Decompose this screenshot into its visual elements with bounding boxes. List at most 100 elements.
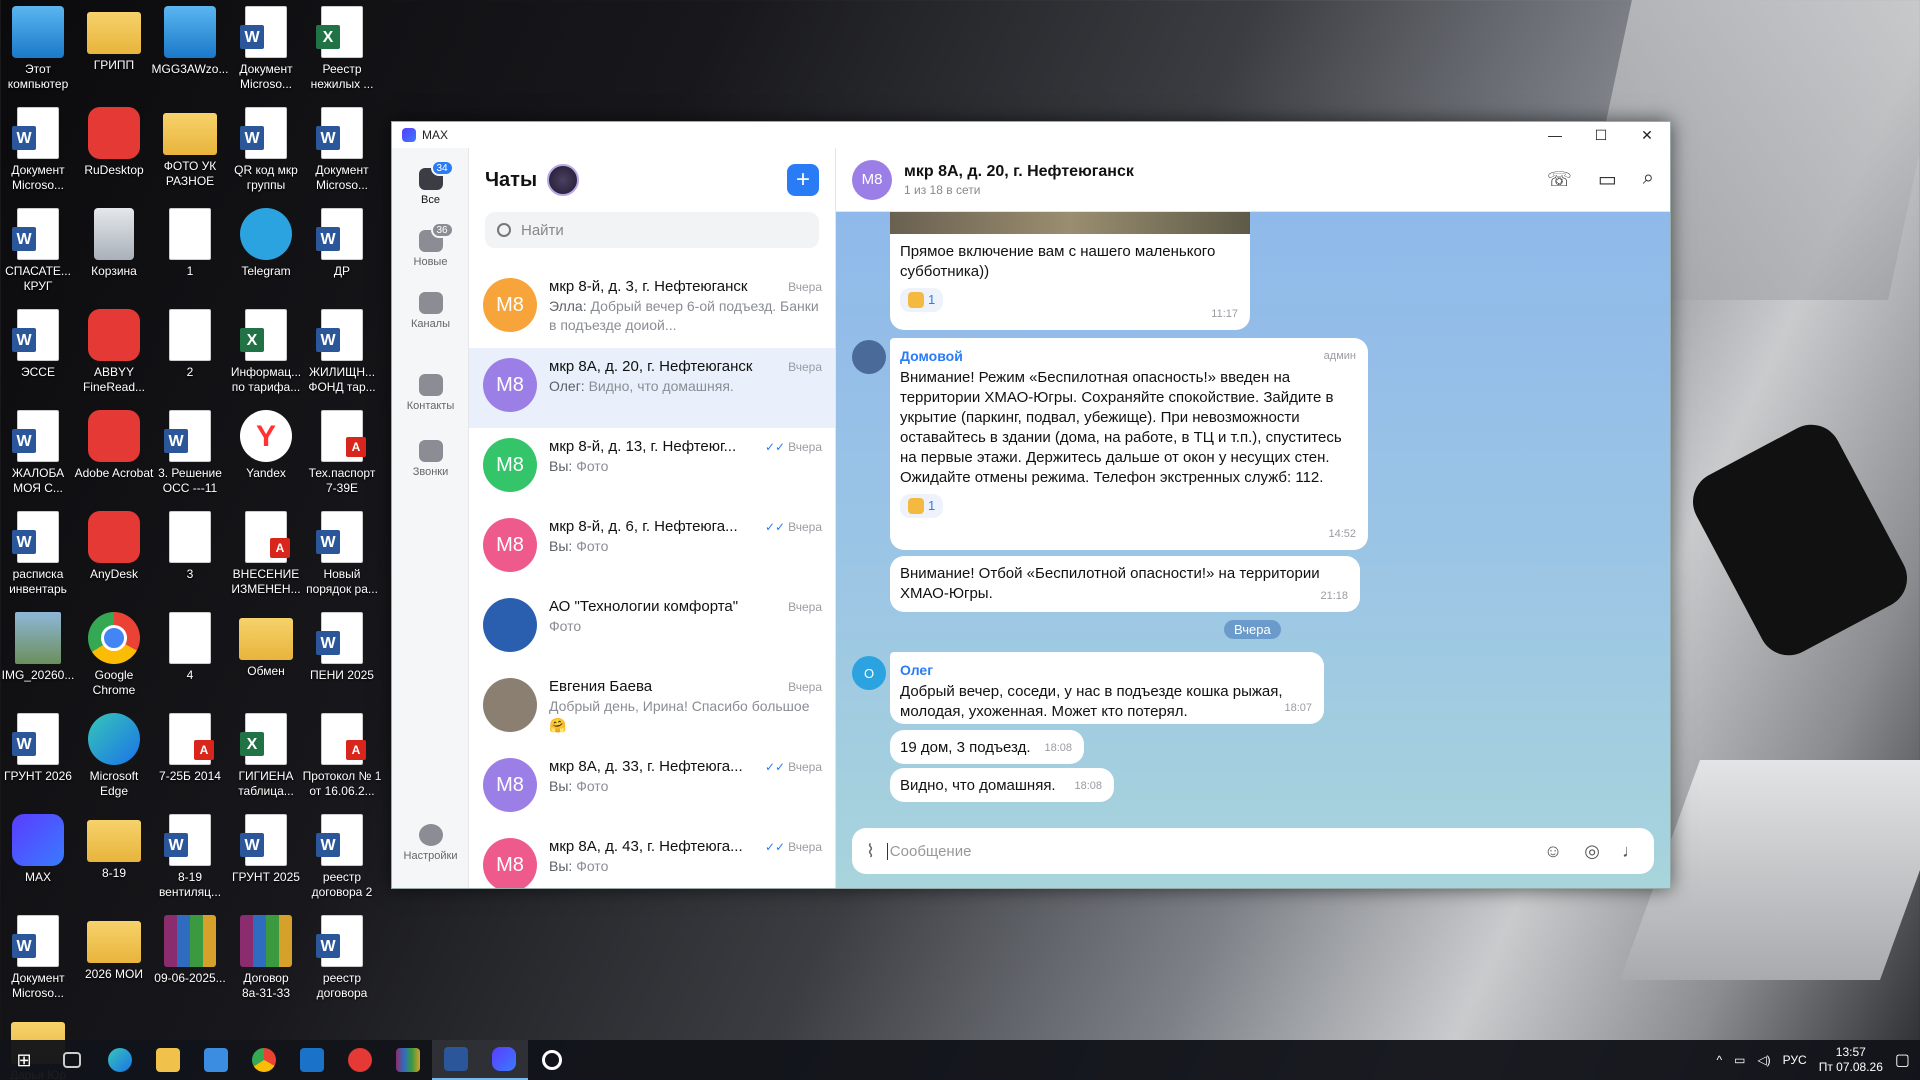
chat-info[interactable]: мкр 8А, д. 20, г. Нефтеюганск 1 из 18 в … xyxy=(904,163,1134,197)
desktop-icon[interactable]: 3 xyxy=(150,505,230,605)
window-titlebar[interactable]: MAX — ☐ ✕ xyxy=(392,122,1670,148)
desktop-icon[interactable]: Информац... по тарифа... xyxy=(226,303,306,403)
desktop-icon[interactable]: RuDesktop xyxy=(74,101,154,201)
language-indicator[interactable]: РУС xyxy=(1783,1053,1807,1067)
message-sender[interactable]: Олег xyxy=(900,660,1314,680)
chat-item[interactable]: АО "Технологии комфорта" Вчера Фото xyxy=(469,588,835,668)
desktop-icon[interactable]: Корзина xyxy=(74,202,154,302)
search-input[interactable]: Найти xyxy=(485,212,819,248)
desktop-icon[interactable]: ГРИПП xyxy=(74,0,154,100)
desktop-icon[interactable]: IMG_20260... xyxy=(0,606,78,706)
desktop-icon[interactable]: Документ Microso... xyxy=(226,0,306,100)
desktop-icon[interactable]: ЖАЛОБА МОЯ С... xyxy=(0,404,78,504)
desktop-icon[interactable]: ДР xyxy=(302,202,382,302)
message-bubble[interactable]: Домовой админ Внимание! Режим «Беспилотн… xyxy=(890,338,1368,550)
rail-item-contacts[interactable]: Контакты xyxy=(392,374,469,412)
rail-item-new[interactable]: 36 Новые xyxy=(392,222,469,268)
desktop-icon[interactable]: Документ Microso... xyxy=(302,101,382,201)
desktop-icon[interactable]: Документ Microso... xyxy=(0,909,78,1009)
desktop-icon[interactable]: Договор 8а-31-33 xyxy=(226,909,306,1009)
taskbar-chrome[interactable] xyxy=(240,1040,288,1080)
clock[interactable]: 13:57 Пт 07.08.26 xyxy=(1819,1045,1883,1075)
rail-item-calls[interactable]: Звонки xyxy=(392,440,469,478)
reaction-chip[interactable]: 1 xyxy=(900,288,944,312)
desktop-icon[interactable]: ГИГИЕНА таблица... xyxy=(226,707,306,807)
message-area[interactable]: Прямое включение вам с нашего маленького… xyxy=(836,212,1670,888)
desktop-icon[interactable]: Реестр нежилых ... xyxy=(302,0,382,100)
profile-avatar[interactable] xyxy=(547,164,580,196)
desktop-icon[interactable]: Протокол № 1 от 16.06.2... xyxy=(302,707,382,807)
desktop-icon[interactable]: 8-19 xyxy=(74,808,154,908)
message-input[interactable]: Сообщение xyxy=(886,842,1544,860)
microphone-icon[interactable]: ♩ xyxy=(1622,841,1640,862)
desktop-icon[interactable]: Тех.паспорт 7-39Е xyxy=(302,404,382,504)
desktop-icon[interactable]: ГРУНТ 2026 xyxy=(0,707,78,807)
desktop-icon[interactable]: 2 xyxy=(150,303,230,403)
desktop-icon[interactable]: 7-25Б 2014 xyxy=(150,707,230,807)
rail-item-settings[interactable]: Настройки xyxy=(392,824,469,862)
message-sender[interactable]: Домовой xyxy=(900,346,1358,366)
chat-avatar[interactable]: M8 xyxy=(852,159,892,200)
chat-item[interactable]: M8 мкр 8А, д. 43, г. Нефтеюга... ✓✓ Вчера Вы… xyxy=(469,828,835,888)
taskbar-app[interactable] xyxy=(528,1040,576,1080)
taskbar-explorer[interactable] xyxy=(144,1040,192,1080)
desktop-icon[interactable]: MGG3AWzo... xyxy=(150,0,230,100)
notification-icon[interactable]: ▢ xyxy=(1895,1050,1910,1070)
desktop-icon[interactable]: ГРУНТ 2025 xyxy=(226,808,306,908)
taskbar-word[interactable] xyxy=(432,1040,480,1080)
chevron-up-icon[interactable]: ^ xyxy=(1716,1053,1722,1067)
desktop-icon[interactable]: 4 xyxy=(150,606,230,706)
taskbar-yandex[interactable] xyxy=(336,1040,384,1080)
desktop-icon[interactable]: Microsoft Edge xyxy=(74,707,154,807)
desktop-icon[interactable]: 09-06-2025... xyxy=(150,909,230,1009)
new-chat-button[interactable]: + xyxy=(787,164,819,196)
desktop-icon[interactable]: 3. Решение ОСС ---11 xyxy=(150,404,230,504)
taskbar-winrar[interactable] xyxy=(384,1040,432,1080)
desktop-icon[interactable]: ЭССЕ xyxy=(0,303,78,403)
desktop-icon[interactable]: Google Chrome xyxy=(74,606,154,706)
network-icon[interactable]: ▭ xyxy=(1734,1053,1745,1067)
taskbar-outlook[interactable] xyxy=(288,1040,336,1080)
search-icon[interactable]: ⌕ xyxy=(1643,167,1654,192)
message-bubble[interactable]: Прямое включение вам с нашего маленького… xyxy=(890,212,1250,330)
desktop-icon[interactable]: ПЕНИ 2025 xyxy=(302,606,382,706)
chat-item[interactable]: M8 мкр 8-й, д. 13, г. Нефтеюг... ✓✓ Вчера Вы… xyxy=(469,428,835,508)
desktop-icon[interactable]: QR код мкр группы xyxy=(226,101,306,201)
minimize-button[interactable]: — xyxy=(1532,122,1578,148)
maximize-button[interactable]: ☐ xyxy=(1578,122,1624,148)
desktop-icon[interactable]: расписка инвентарь xyxy=(0,505,78,605)
reaction-chip[interactable]: 1 xyxy=(900,494,944,518)
rail-item-all[interactable]: 34 Все xyxy=(392,160,469,206)
desktop-icon[interactable]: Y Yandex xyxy=(226,404,306,504)
sender-avatar[interactable]: О xyxy=(852,656,886,690)
taskbar-store[interactable] xyxy=(192,1040,240,1080)
chat-item[interactable]: M8 мкр 8-й, д. 3, г. Нефтеюганск Вчера Элла… xyxy=(469,268,835,348)
desktop-icon[interactable]: ВНЕСЕНИЕ ИЗМЕНЕН... xyxy=(226,505,306,605)
rail-item-channels[interactable]: Каналы xyxy=(392,292,469,330)
taskbar-max[interactable] xyxy=(480,1040,528,1080)
desktop-icon[interactable]: СПАСАТЕ... КРУГ xyxy=(0,202,78,302)
desktop-icon[interactable]: реестр договора 2 xyxy=(302,808,382,908)
desktop-icon[interactable]: AnyDesk xyxy=(74,505,154,605)
desktop-icon[interactable]: Документ Microso... xyxy=(0,101,78,201)
chat-item[interactable]: Евгения Баева Вчера Добрый день, Ирина! С… xyxy=(469,668,835,748)
volume-icon[interactable]: ◁) xyxy=(1757,1053,1770,1067)
desktop-icon[interactable]: Обмен xyxy=(226,606,306,706)
desktop-icon[interactable]: Telegram xyxy=(226,202,306,302)
message-bubble[interactable]: Внимание! Отбой «Беспилотной опасности!»… xyxy=(890,556,1360,612)
chat-item[interactable]: M8 мкр 8А, д. 20, г. Нефтеюганск Вчера Олег… xyxy=(469,348,835,428)
task-view-button[interactable] xyxy=(48,1040,96,1080)
chat-item[interactable]: M8 мкр 8А, д. 33, г. Нефтеюга... ✓✓ Вчера Вы… xyxy=(469,748,835,828)
close-button[interactable]: ✕ xyxy=(1624,122,1670,148)
taskbar-edge[interactable] xyxy=(96,1040,144,1080)
sticker-icon[interactable]: ☺ xyxy=(1544,841,1562,862)
video-call-icon[interactable]: ▭ xyxy=(1598,167,1617,192)
desktop-icon[interactable]: 8-19 вентиляц... xyxy=(150,808,230,908)
desktop-icon[interactable]: Новый порядок ра... xyxy=(302,505,382,605)
message-bubble[interactable]: Олег Добрый вечер, соседи, у нас в подъе… xyxy=(890,652,1324,724)
desktop-icon[interactable]: реестр договора xyxy=(302,909,382,1009)
desktop-icon[interactable]: 1 xyxy=(150,202,230,302)
desktop-icon[interactable]: Adobe Acrobat xyxy=(74,404,154,504)
message-bubble[interactable]: 19 дом, 3 подъезд. 18:08 xyxy=(890,730,1084,764)
desktop-icon[interactable]: ABBYY FineRead... xyxy=(74,303,154,403)
